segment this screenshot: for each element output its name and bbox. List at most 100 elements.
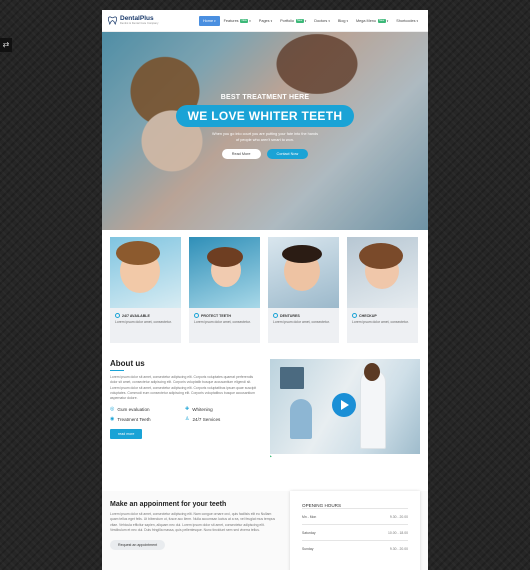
chevron-down-icon: ▾ [214,18,216,23]
chevron-down-icon: ▾ [249,18,251,23]
hours-time: 9.30 - 20.00 [389,547,408,551]
tooth-icon [108,16,117,25]
shield-icon [194,313,199,318]
service-image-hair [116,241,160,265]
service-card[interactable]: CHECKUP Lorem ipsum dolor amet, consecte… [347,237,418,343]
hero-buttons: Read More Contact Now [102,149,428,159]
header: DentalPlus Dentist & Dental Care Company… [102,10,428,32]
whitening-icon: ✚ [185,406,190,413]
service-title: CHECKUP [359,313,377,318]
feature-label: 24/7 Services [192,416,221,422]
read-more-button[interactable]: read more [110,429,143,440]
feature-item: ✚ Whitening [185,406,260,412]
nav-label: Home [202,18,214,23]
service-box: 24/7 AVAILABLE Lorem ipsum dolor amet, c… [110,308,181,343]
video-dentist [360,369,386,449]
feature-item: ♙ 24/7 Services [185,416,260,422]
nav-portfolio[interactable]: Portfolio New ▾ [276,16,310,26]
new-badge: New [295,18,304,23]
opening-hours-box: OPENING HOURS Mn - Mon 9.30 - 20.00 Satur… [290,491,420,570]
nav-mega-menu[interactable]: Mega Menu New ▾ [352,16,392,26]
service-image-hair [282,245,322,263]
request-appointment-button[interactable]: Request an appointment [110,540,166,551]
service-card[interactable]: DENTURES Lorem ipsum dolor amet, consect… [268,237,339,343]
chevron-down-icon: ▾ [346,18,348,23]
chevron-down-icon: ▾ [304,18,307,23]
nav-label: Shortcodes [396,18,416,23]
feature-label: Gum evaluation [117,406,150,412]
nav-pages[interactable]: Pages ▾ [255,16,276,26]
service-image-hair [359,243,403,269]
hours-day: Sunday [302,547,314,551]
service-box: PROTECT TEETH Lorem ipsum dolor amet, co… [189,308,260,343]
about-right: ▶ [270,359,420,483]
service-image-hair [207,247,243,267]
service-image [110,237,181,308]
hours-row: Mn - Mon 9.30 - 20.00 [302,508,408,524]
video-child [290,399,312,439]
appointment-left: Make an appoinment for your teeth Lorem … [110,501,280,551]
feature-list: ◎ Gum evaluation ✚ Whitening ◉ Treatment Te… [110,406,260,422]
hero-content: BEST TREATMENT HERE WE LOVE WHITER TEETH… [102,94,428,159]
appointment-text: Lorem ipsum dolor sit amet, consectetur … [110,512,276,532]
service-box: CHECKUP Lorem ipsum dolor amet, consecte… [347,308,418,343]
nav-label: Portfolio [280,18,295,23]
about-text: Lorem ipsum dolor sit amet, consectetur … [110,375,257,401]
video-thumbnail[interactable] [270,359,420,454]
nav-label: Mega Menu [355,18,377,23]
logo-tagline: Dentist & Dental Care Company [120,21,159,25]
new-badge: New [377,18,386,23]
chevron-down-icon: ▾ [328,18,330,23]
logo[interactable]: DentalPlus Dentist & Dental Care Company [108,15,180,25]
chevron-down-icon: ▾ [416,18,418,23]
service-title: PROTECT TEETH [201,313,231,318]
service-image [189,237,260,308]
service-box: DENTURES Lorem ipsum dolor amet, consect… [268,308,339,343]
contact-now-button[interactable]: Contact Now [266,149,309,159]
feature-label: Treatment Teeth [117,416,151,422]
nav-features[interactable]: Features New ▾ [220,16,255,26]
about-section: About us Lorem ipsum dolor sit amet, con… [102,343,428,483]
hours-day: Mn - Mon [302,515,317,519]
feature-item: ◎ Gum evaluation [110,406,185,412]
nav-doctors[interactable]: Doctors ▾ [310,16,334,26]
service-title: 24/7 AVAILABLE [122,313,150,318]
hours-row: Sunday 9.30 - 20.00 [302,540,408,556]
clock-icon [115,313,120,318]
play-icon [341,400,349,410]
read-more-button[interactable]: Read More [221,149,261,159]
service-image [347,237,418,308]
hours-time: 9.30 - 20.00 [389,515,408,519]
hero-subtitle: BEST TREATMENT HERE [220,94,310,101]
chevron-down-icon: ▾ [270,18,273,23]
appointment-section: Make an appoinment for your teeth Lorem … [102,491,428,570]
service-text: Lorem ipsum dolor amet, consectetur. [273,320,330,324]
nav-shortcodes[interactable]: Shortcodes ▾ [392,16,422,26]
checkup-icon [352,313,357,318]
hours-row: Saturday 10.00 - 18.00 [302,524,408,540]
title-underline [110,370,124,371]
chevron-down-icon: ▾ [386,18,389,23]
play-button[interactable] [332,393,356,417]
services-icon: ♙ [185,416,190,423]
appointment-title: Make an appoinment for your teeth [110,501,227,508]
side-panel-toggle-icon[interactable]: ⇄ [0,38,12,52]
nav-blog[interactable]: Blog ▾ [334,16,352,26]
page-frame: DentalPlus Dentist & Dental Care Company… [102,10,428,570]
service-image [268,237,339,308]
service-text: Lorem ipsum dolor amet, consectetur. [194,320,251,324]
video-monitor [280,367,304,389]
feature-item: ◉ Treatment Teeth [110,416,185,422]
about-title: About us [110,359,145,368]
treatment-icon: ◉ [110,416,115,423]
nav-label: Features [223,18,239,23]
hero-banner: BEST TREATMENT HERE WE LOVE WHITER TEETH… [102,32,428,230]
tooth-icon [273,313,278,318]
services-row: 24/7 AVAILABLE Lorem ipsum dolor amet, c… [102,230,428,343]
service-text: Lorem ipsum dolor amet, consectetur. [115,320,172,324]
service-card[interactable]: PROTECT TEETH Lorem ipsum dolor amet, co… [189,237,260,343]
about-left: About us Lorem ipsum dolor sit amet, con… [110,359,260,483]
nav-home[interactable]: Home ▾ [198,15,220,26]
hours-day: Saturday [302,531,316,535]
service-card[interactable]: 24/7 AVAILABLE Lorem ipsum dolor amet, c… [110,237,181,343]
